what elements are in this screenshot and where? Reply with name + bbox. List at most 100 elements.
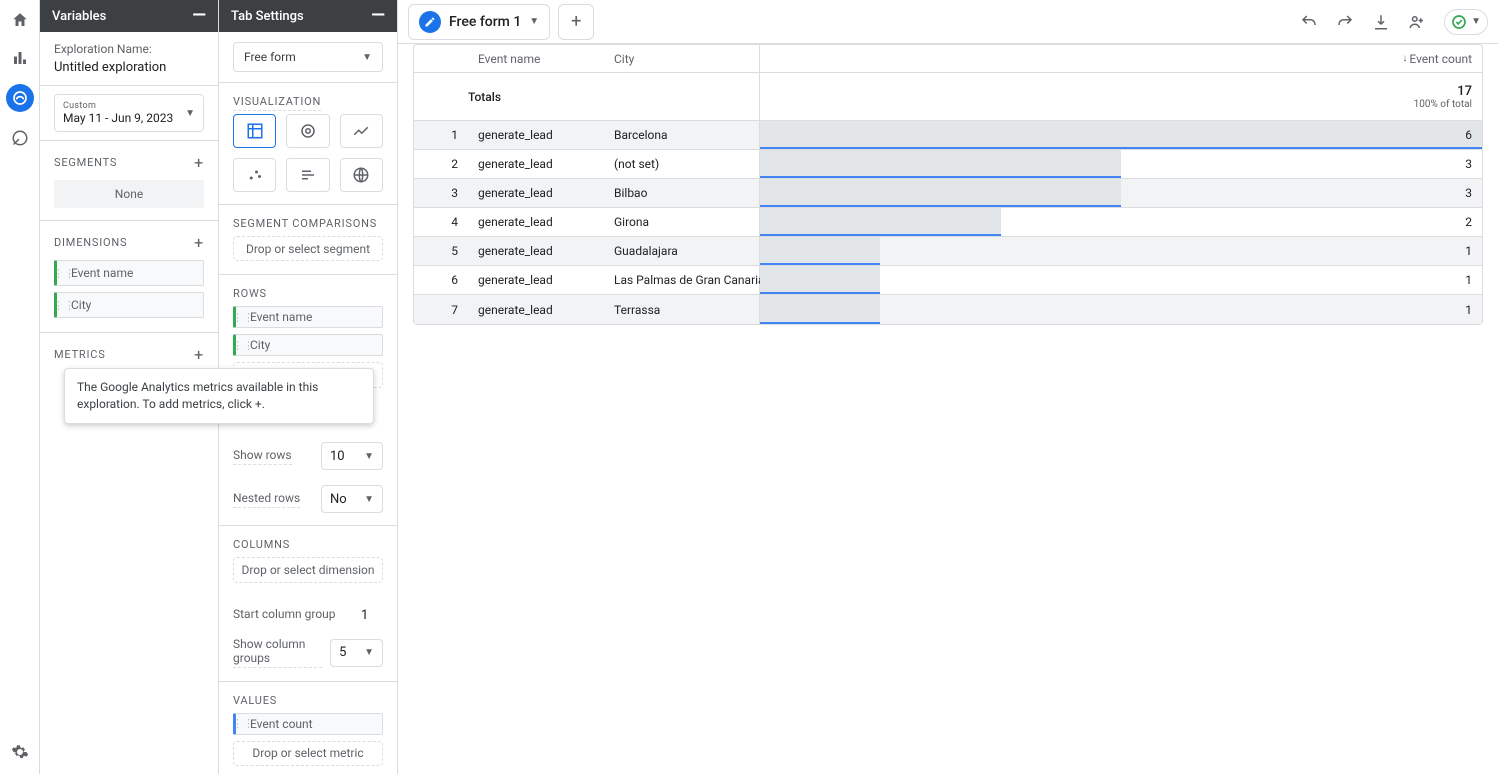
date-range-picker[interactable]: Custom May 11 - Jun 9, 2023 ▼ [54,94,204,132]
check-circle-icon [1451,14,1467,30]
start-col-label: Start column group [233,607,336,623]
segments-none[interactable]: None [54,180,204,208]
drag-handle-icon: ⋮⋮ [57,267,71,280]
metric-bar [760,150,1121,178]
tab-settings-title: Tab Settings [231,9,304,24]
dimensions-section-head: DIMENSIONS + [40,221,218,260]
data-table: Event name City ↓Event count Totals 17 1… [413,44,1483,325]
table-row[interactable]: 1generate_leadBarcelona6 [414,121,1482,150]
technique-select[interactable]: Free form ▼ [233,42,383,72]
td-city: Barcelona [604,121,760,149]
tab-dropdown-icon[interactable]: ▼ [529,16,539,27]
td-index: 3 [414,179,468,207]
download-icon[interactable] [1372,13,1390,31]
column-dimension-dropzone[interactable]: Drop or select dimension [233,557,383,582]
advertising-icon[interactable] [8,126,32,150]
undo-icon[interactable] [1300,13,1318,31]
show-cols-label: Show column groups [233,637,322,668]
table-row[interactable]: 3generate_leadBilbao3 [414,179,1482,208]
td-city: Guadalajara [604,237,760,265]
viz-bar-icon[interactable] [286,158,329,192]
segment-dropzone[interactable]: Drop or select segment [233,236,383,261]
drag-handle-icon: ⋮⋮ [57,299,71,312]
td-index: 6 [414,266,468,294]
table-row[interactable]: 4generate_leadGirona 2 [414,208,1482,237]
explore-icon[interactable] [6,84,34,112]
table-row[interactable]: 7generate_leadTerrassa1 [414,295,1482,324]
td-metric: 2 [760,208,1482,236]
redo-icon[interactable] [1336,13,1354,31]
table-row[interactable]: 6generate_leadLas Palmas de Gran Canaria… [414,266,1482,295]
metric-value: 1 [1408,237,1482,265]
show-rows-select[interactable]: 10▼ [321,442,383,470]
rows-label: ROWS [219,275,397,306]
td-metric: 6 [760,121,1482,149]
drag-handle-icon: ⋮⋮ [236,717,250,730]
start-col-value[interactable]: 1 [353,601,383,629]
viz-line-icon[interactable] [340,114,383,148]
td-city: Terrassa [604,295,760,324]
variables-header: Variables — [40,0,218,32]
metric-value: 6 [1408,121,1482,149]
tab-free-form-1[interactable]: Free form 1 ▼ [408,4,550,40]
td-index: 5 [414,237,468,265]
td-city: Girona [604,208,760,236]
th-city[interactable]: City [604,45,760,72]
show-cols-select[interactable]: 5▼ [330,639,383,667]
row-chip-city[interactable]: ⋮⋮City [233,334,383,356]
metric-value: 2 [1408,208,1482,236]
add-dimension-icon[interactable]: + [194,233,204,252]
table-row[interactable]: 2generate_lead(not set)3 [414,150,1482,179]
tab-name: Free form 1 [449,14,521,30]
sort-desc-icon: ↓ [1402,53,1407,64]
toolbar: ▼ [1300,9,1488,35]
nested-rows-value: No [330,492,347,507]
metric-bar [760,208,1001,236]
share-icon[interactable] [1408,13,1426,31]
tab-settings-header: Tab Settings — [219,0,397,32]
variables-title: Variables [52,9,106,24]
viz-geo-icon[interactable] [340,158,383,192]
td-index: 4 [414,208,468,236]
metric-value: 3 [1408,150,1482,178]
dimension-chip-city[interactable]: ⋮⋮ City [54,292,204,318]
table-row[interactable]: 5generate_leadGuadalajara 1 [414,237,1482,266]
exploration-name: Untitled exploration [54,60,204,75]
td-event: generate_lead [468,208,604,236]
th-event-name[interactable]: Event name [468,45,604,72]
date-range-value: May 11 - Jun 9, 2023 [63,111,173,125]
viz-donut-icon[interactable] [286,114,329,148]
td-metric: 3 [760,179,1482,207]
exploration-name-block[interactable]: Exploration Name: Untitled exploration [40,32,218,86]
td-event: generate_lead [468,179,604,207]
metric-value: 1 [1408,295,1482,324]
td-event: generate_lead [468,295,604,324]
home-icon[interactable] [8,8,32,32]
td-event: generate_lead [468,237,604,265]
add-metric-icon[interactable]: + [194,345,204,364]
show-rows-label: Show rows [233,448,292,465]
metrics-label: METRICS [54,348,106,361]
td-metric: 1 [760,295,1482,324]
td-event: generate_lead [468,266,604,294]
dimension-chip-event-name[interactable]: ⋮⋮ Event name [54,260,204,286]
th-event-count[interactable]: ↓Event count [760,45,1482,72]
nested-rows-select[interactable]: No▼ [321,485,383,513]
dimensions-label: DIMENSIONS [54,236,127,249]
dropdown-arrow-icon: ▼ [364,647,374,658]
reports-icon[interactable] [8,46,32,70]
th-metric-label: Event count [1409,52,1472,66]
value-chip-event-count[interactable]: ⋮⋮Event count [233,713,383,735]
tab-strip: Free form 1 ▼ + ▼ [398,0,1498,44]
add-segment-icon[interactable]: + [194,153,204,172]
drag-handle-icon: ⋮⋮ [236,311,250,324]
viz-table-icon[interactable] [233,114,276,148]
row-chip-event-name[interactable]: ⋮⋮Event name [233,306,383,328]
status-pill[interactable]: ▼ [1444,9,1488,35]
main-area: Free form 1 ▼ + ▼ Event name City ↓Event… [398,0,1498,774]
add-tab-button[interactable]: + [558,4,594,40]
admin-gear-icon[interactable] [8,740,32,764]
viz-scatter-icon[interactable] [233,158,276,192]
dropdown-arrow-icon: ▼ [1471,16,1481,27]
value-metric-dropzone[interactable]: Drop or select metric [233,741,383,766]
